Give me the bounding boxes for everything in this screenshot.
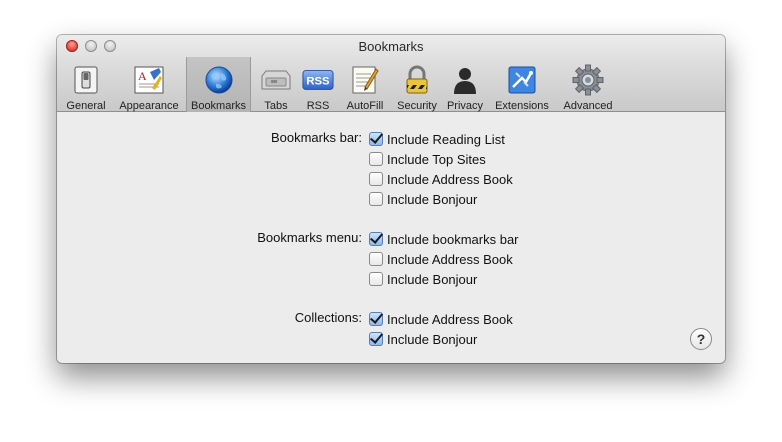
checkbox-label: Include Bonjour [387,271,478,287]
extensions-icon [506,64,538,96]
checkbox-menu-bookmarks-bar[interactable]: Include bookmarks bar [369,230,519,248]
checkbox-label: Include bookmarks bar [387,231,519,247]
checkbox-box[interactable] [369,192,383,206]
svg-text:RSS: RSS [306,76,330,88]
checkbox-box[interactable] [369,332,383,346]
tab-privacy-label: Privacy [446,100,484,112]
checkbox-menu-address-book[interactable]: Include Address Book [369,250,513,268]
bookmarks-menu-label: Bookmarks menu: [257,230,362,245]
checkbox-label: Include Reading List [387,131,505,147]
preferences-window: Bookmarks General A Appearance Bookmarks [57,35,725,363]
checkbox-bar-reading-list[interactable]: Include Reading List [369,130,505,148]
checkbox-box[interactable] [369,312,383,326]
checkbox-bar-top-sites[interactable]: Include Top Sites [369,150,486,168]
tab-tabs-label: Tabs [264,100,288,112]
bookmarks-bar-label: Bookmarks bar: [270,130,362,145]
autofill-icon [349,64,381,96]
rss-icon: RSS [302,64,334,96]
tab-security[interactable]: Security [392,57,442,112]
checkbox-collections-address-book[interactable]: Include Address Book [369,310,513,328]
tab-rss-label: RSS [306,100,330,112]
tab-rss[interactable]: RSS RSS [300,57,336,112]
tab-advanced-label: Advanced [563,100,613,112]
checkbox-menu-bonjour[interactable]: Include Bonjour [369,270,477,288]
checkbox-box[interactable] [369,132,383,146]
general-switch-icon [70,64,102,96]
tab-autofill-label: AutoFill [346,100,384,112]
svg-text:A: A [138,69,147,83]
checkbox-box[interactable] [369,252,383,266]
tab-tabs[interactable]: Tabs [256,57,296,112]
tab-advanced[interactable]: Advanced [558,57,618,112]
lock-icon [401,64,433,96]
gear-icon [572,64,604,96]
bookmarks-pane: Bookmarks bar: Include Reading List Incl… [57,113,725,363]
checkbox-label: Include Bonjour [387,331,478,347]
tab-extensions[interactable]: Extensions [490,57,554,112]
checkbox-label: Include Address Book [387,171,513,187]
checkbox-bar-address-book[interactable]: Include Address Book [369,170,513,188]
checkbox-label: Include Top Sites [387,151,486,167]
tab-appearance[interactable]: A Appearance [114,57,184,112]
tab-privacy[interactable]: Privacy [444,57,486,112]
tabs-icon [260,64,292,96]
help-button[interactable]: ? [690,328,712,350]
tab-appearance-label: Appearance [119,100,179,112]
checkbox-box[interactable] [369,152,383,166]
tab-general[interactable]: General [60,57,112,112]
checkbox-label: Include Bonjour [387,191,478,207]
checkbox-box[interactable] [369,232,383,246]
checkbox-label: Include Address Book [387,311,513,327]
checkbox-bar-bonjour[interactable]: Include Bonjour [369,190,477,208]
checkbox-box[interactable] [369,272,383,286]
tab-general-label: General [66,100,106,112]
titlebar: Bookmarks General A Appearance Bookmarks [57,35,725,112]
tab-security-label: Security [397,100,437,112]
tab-bookmarks[interactable]: Bookmarks [186,57,251,112]
appearance-icon: A [133,64,165,96]
checkbox-label: Include Address Book [387,251,513,267]
tab-extensions-label: Extensions [495,100,549,112]
tab-autofill[interactable]: AutoFill [340,57,390,112]
collections-label: Collections: [294,310,362,325]
window-title: Bookmarks [358,39,424,54]
globe-icon [203,64,235,96]
checkbox-collections-bonjour[interactable]: Include Bonjour [369,330,477,348]
tab-bookmarks-label: Bookmarks [190,100,247,112]
checkbox-box[interactable] [369,172,383,186]
privacy-person-icon [449,64,481,96]
